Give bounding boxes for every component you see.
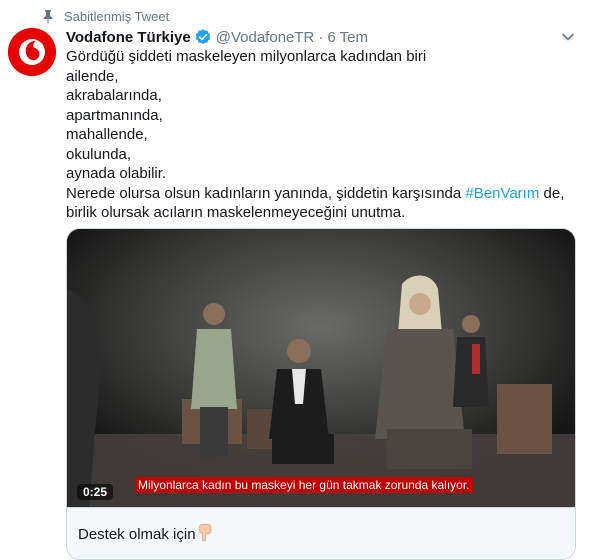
pinned-tweet-indicator: Sabitlenmiş Tweet — [40, 7, 169, 25]
vodafone-logo-icon — [8, 28, 56, 76]
tweet-text: Gördüğü şiddeti maskeleyen milyonlarca k… — [66, 47, 566, 223]
video-frame-image — [67, 229, 575, 507]
tweet-line: Gördüğü şiddeti maskeleyen milyonlarca k… — [66, 48, 427, 65]
tweet-line: ailende, — [66, 67, 119, 85]
video-duration-badge: 0:25 — [77, 484, 114, 500]
tweet-line: Nerede olursa olsun kadınların yanında, … — [66, 184, 466, 202]
card-caption[interactable]: Destek olmak için — [67, 507, 575, 559]
video-player[interactable]: Milyonlarca kadın bu maskeyi her gün tak… — [67, 229, 575, 507]
chevron-down-icon[interactable] — [560, 29, 576, 45]
author-name[interactable]: Vodafone Türkiye — [66, 29, 191, 46]
pin-icon — [43, 10, 53, 24]
pointing-down-hand-icon — [199, 524, 212, 542]
verified-badge-icon — [195, 29, 210, 45]
tweet-line: mahallende, — [66, 126, 148, 143]
tweet-header: Vodafone Türkiye @VodafoneTR · 6 Tem — [66, 27, 368, 47]
tweet-line: okulunda, — [66, 145, 132, 163]
pinned-label: Sabitlenmiş Tweet — [64, 8, 170, 24]
tweet-line: aynada olabilir. — [66, 165, 167, 182]
tweet-line: de, — [539, 184, 565, 202]
tweet-line: birlik olursak acıların maskelenmeyeceği… — [66, 204, 406, 221]
tweet-line: apartmanında, — [66, 106, 163, 124]
avatar[interactable] — [8, 28, 56, 76]
separator-dot: · — [318, 28, 324, 46]
tweet-timestamp[interactable]: 6 Tem — [327, 29, 368, 46]
tweet-line: akrabalarında, — [66, 87, 162, 104]
card-caption-text: Destek olmak için — [78, 526, 196, 543]
hashtag-link[interactable]: #BenVarım — [465, 185, 539, 202]
video-subtitle: Milyonlarca kadın bu maskeyi her gün tak… — [135, 477, 473, 493]
author-handle[interactable]: @VodafoneTR — [216, 29, 315, 46]
media-card[interactable]: Milyonlarca kadın bu maskeyi her gün tak… — [66, 228, 576, 560]
